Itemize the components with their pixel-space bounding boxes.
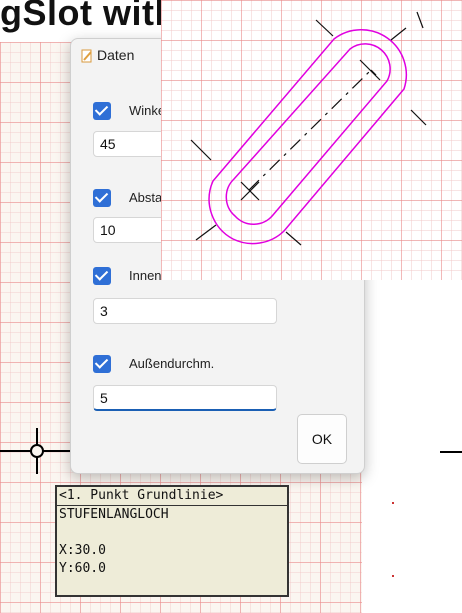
status-line: X:30.0 [59,543,106,558]
slot-preview [161,0,462,280]
ok-button[interactable]: OK [297,414,347,464]
canvas-dot [392,502,394,504]
cursor-line-right [440,451,462,453]
status-box: <1. Punkt Grundlinie> STUFENLANGLOCH X:3… [55,485,289,597]
checkbox-aussendurchm[interactable] [93,355,111,373]
cursor-crosshair-center [30,444,44,458]
status-line: Y:60.0 [59,561,106,576]
checkbox-abstand[interactable] [93,189,111,207]
checkbox-innendurchm[interactable] [93,267,111,285]
checkbox-winkel[interactable] [93,102,111,120]
edit-icon [81,49,92,63]
label-aussendurchm: Außendurchm. [129,356,215,371]
dialog-title: Daten [97,47,135,63]
aussendurchm-input[interactable]: 5 [93,385,277,411]
canvas-dot [392,575,394,577]
status-line [57,524,287,542]
innendurchm-input[interactable]: 3 [93,298,277,324]
status-line: STUFENLANGLOCH [59,507,169,522]
status-line: <1. Punkt Grundlinie> [57,487,287,506]
right-panel [362,280,462,613]
